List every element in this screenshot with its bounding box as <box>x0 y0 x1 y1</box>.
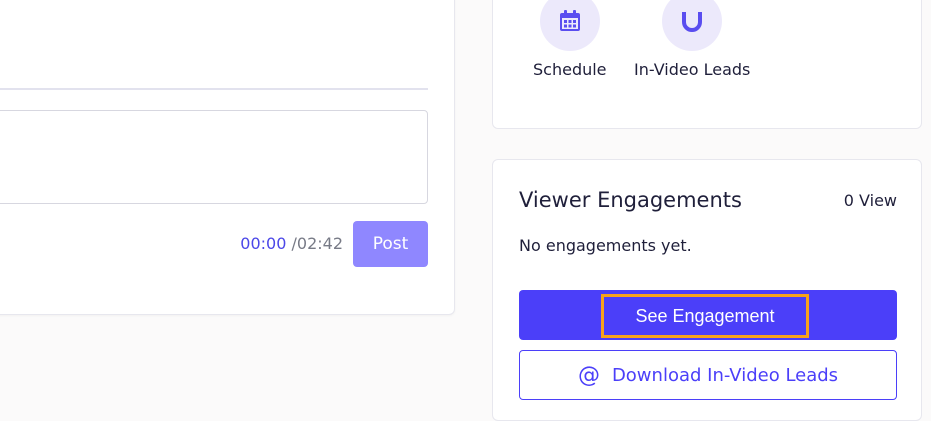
engagements-title: Viewer Engagements <box>519 188 742 212</box>
calendar-icon <box>539 0 600 51</box>
post-button[interactable]: Post <box>353 221 428 267</box>
timestamp: 00:00 /02:42 <box>240 234 343 253</box>
comment-input[interactable] <box>0 110 428 204</box>
view-count: 0 View <box>843 191 897 210</box>
download-leads-button[interactable]: @ Download In-Video Leads <box>519 350 897 400</box>
in-video-leads-action[interactable]: In-Video Leads <box>634 0 750 79</box>
divider <box>0 88 428 90</box>
actions-card: Schedule In-Video Leads <box>492 0 922 129</box>
empty-state-text: No engagements yet. <box>519 236 692 255</box>
schedule-action[interactable]: Schedule <box>533 0 607 79</box>
time-current: 00:00 <box>240 234 287 253</box>
viewer-engagements-card: Viewer Engagements 0 View No engagements… <box>492 159 922 421</box>
schedule-label: Schedule <box>533 60 607 79</box>
in-video-leads-label: In-Video Leads <box>634 60 751 79</box>
download-leads-label: Download In-Video Leads <box>611 364 839 386</box>
time-total: /02:42 <box>291 234 344 253</box>
magnet-icon <box>662 0 723 51</box>
see-engagement-button[interactable]: See Engagement <box>519 290 897 340</box>
at-icon: @ <box>577 362 600 388</box>
see-engagement-label: See Engagement <box>601 294 809 338</box>
